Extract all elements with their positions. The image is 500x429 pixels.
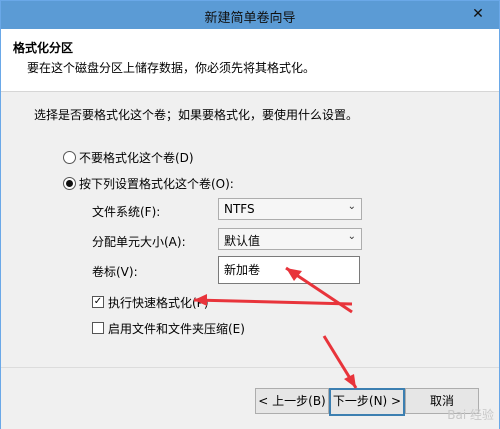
- chevron-down-icon: ⌄: [347, 201, 356, 212]
- filesystem-value: NTFS: [224, 202, 255, 216]
- wizard-body: 选择是否要格式化这个卷；如果要格式化，要使用什么设置。 不要格式化这个卷(D) …: [1, 92, 499, 367]
- compression-label[interactable]: 启用文件和文件夹压缩(E): [108, 320, 245, 337]
- volume-label-label: 卷标(V):: [92, 265, 138, 279]
- volume-label-input[interactable]: 新加卷: [218, 256, 360, 284]
- compression-checkbox[interactable]: [92, 322, 104, 334]
- quick-format-label[interactable]: 执行快速格式化(P): [108, 294, 209, 311]
- window-title: 新建简单卷向导: [204, 11, 296, 26]
- allocation-unit-select[interactable]: 默认值 ⌄: [218, 228, 362, 250]
- quick-format-checkbox[interactable]: ✓: [92, 296, 104, 308]
- format-radio[interactable]: [63, 177, 76, 190]
- next-button[interactable]: 下一步(N) >: [329, 388, 405, 416]
- filesystem-select[interactable]: NTFS ⌄: [218, 198, 362, 220]
- header-subtitle: 要在这个磁盘分区上储存数据，你必须先将其格式化。: [27, 61, 316, 75]
- no-format-radio[interactable]: [63, 151, 76, 164]
- allocation-unit-value: 默认值: [224, 234, 261, 248]
- wizard-footer: < 上一步(B) 下一步(N) > 取消: [1, 367, 499, 429]
- back-button[interactable]: < 上一步(B): [255, 388, 329, 414]
- no-format-label[interactable]: 不要格式化这个卷(D): [79, 149, 194, 166]
- wizard-header: 格式化分区 要在这个磁盘分区上储存数据，你必须先将其格式化。: [1, 29, 499, 92]
- format-prompt: 选择是否要格式化这个卷；如果要格式化，要使用什么设置。: [34, 108, 359, 122]
- close-icon[interactable]: ✕: [463, 4, 493, 24]
- chevron-down-icon: ⌄: [347, 231, 356, 242]
- wizard-window: 新建简单卷向导 ✕ 格式化分区 要在这个磁盘分区上储存数据，你必须先将其格式化。…: [0, 0, 500, 429]
- title-bar: 新建简单卷向导 ✕: [1, 1, 499, 29]
- header-title: 格式化分区: [13, 41, 74, 55]
- radio-selected-dot: [66, 180, 73, 187]
- allocation-unit-label: 分配单元大小(A):: [92, 235, 186, 249]
- watermark: Bai 经验: [447, 408, 494, 422]
- volume-label-value: 新加卷: [224, 263, 261, 277]
- format-label[interactable]: 按下列设置格式化这个卷(O):: [79, 175, 234, 192]
- filesystem-label: 文件系统(F):: [92, 205, 161, 219]
